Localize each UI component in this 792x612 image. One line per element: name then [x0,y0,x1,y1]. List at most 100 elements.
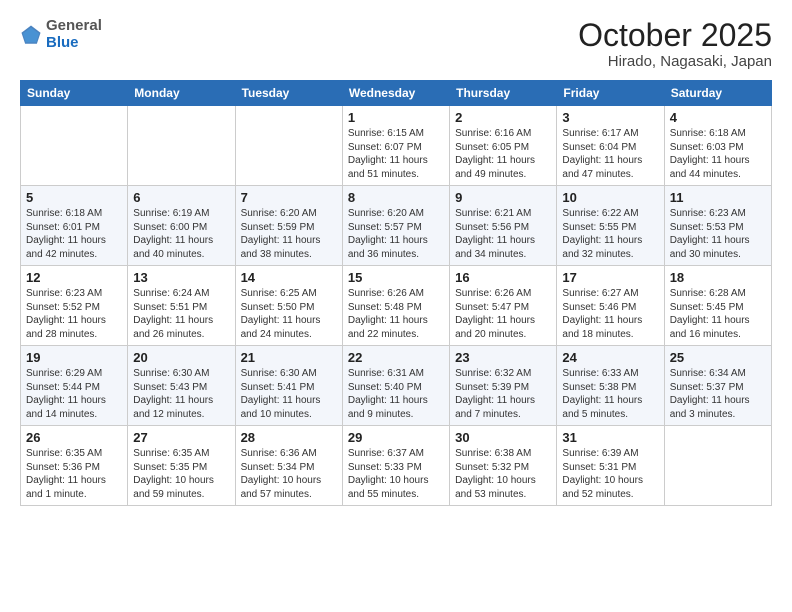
day-number: 14 [241,270,337,285]
table-row: 18 Sunrise: 6:28 AM Sunset: 5:45 PM Dayli… [664,266,771,346]
calendar-week-row: 1 Sunrise: 6:15 AM Sunset: 6:07 PM Daylig… [21,106,772,186]
day-info: Sunrise: 6:30 AM Sunset: 5:41 PM Dayligh… [241,367,337,421]
table-row: 6Sunrise: 6:19 AM Sunset: 6:00 PM Daylig… [128,186,235,266]
table-row: 26 Sunrise: 6:35 AM Sunset: 5:36 PM Dayli… [21,426,128,506]
day-number: 12 [26,270,122,285]
day-number: 27 [133,430,229,445]
logo: General Blue [20,18,102,51]
table-row: 12 Sunrise: 6:23 AM Sunset: 5:52 PM Dayli… [21,266,128,346]
day-info: Sunrise: 6:27 AM Sunset: 5:46 PM Dayligh… [562,287,658,341]
day-number: 18 [670,270,766,285]
table-row: 25 Sunrise: 6:34 AM Sunset: 5:37 PM Dayli… [664,346,771,426]
day-number: 4 [670,110,766,125]
table-row: 10Sunrise: 6:22 AM Sunset: 5:55 PM Dayli… [557,186,664,266]
calendar-header-row: Sunday Monday Tuesday Wednesday Thursday… [21,81,772,106]
day-info: Sunrise: 6:20 AM Sunset: 5:57 PM Dayligh… [348,207,444,261]
day-info: Sunrise: 6:21 AM Sunset: 5:56 PM Dayligh… [455,207,551,261]
day-info: Sunrise: 6:30 AM Sunset: 5:43 PM Dayligh… [133,367,229,421]
table-row: 2 Sunrise: 6:16 AM Sunset: 6:05 PM Daylig… [450,106,557,186]
title-block: October 2025 Hirado, Nagasaki, Japan [578,18,772,70]
day-number: 17 [562,270,658,285]
day-number: 25 [670,350,766,365]
calendar-week-row: 26 Sunrise: 6:35 AM Sunset: 5:36 PM Dayli… [21,426,772,506]
table-row: 22 Sunrise: 6:31 AM Sunset: 5:40 PM Dayli… [342,346,449,426]
table-row: 19Sunrise: 6:29 AM Sunset: 5:44 PM Dayli… [21,346,128,426]
day-info: Sunrise: 6:25 AM Sunset: 5:50 PM Dayligh… [241,287,337,341]
day-info: Sunrise: 6:18 AM Sunset: 6:01 PM Dayligh… [26,207,122,261]
day-info: Sunrise: 6:18 AM Sunset: 6:03 PM Dayligh… [670,127,766,181]
table-row: 30 Sunrise: 6:38 AM Sunset: 5:32 PM Dayli… [450,426,557,506]
day-number: 6 [133,190,229,205]
day-number: 2 [455,110,551,125]
day-info: Sunrise: 6:17 AM Sunset: 6:04 PM Dayligh… [562,127,658,181]
day-info: Sunrise: 6:26 AM Sunset: 5:48 PM Dayligh… [348,287,444,341]
day-number: 5 [26,190,122,205]
day-info: Sunrise: 6:24 AM Sunset: 5:51 PM Dayligh… [133,287,229,341]
day-number: 31 [562,430,658,445]
day-number: 3 [562,110,658,125]
table-row: 4 Sunrise: 6:18 AM Sunset: 6:03 PM Daylig… [664,106,771,186]
day-info: Sunrise: 6:37 AM Sunset: 5:33 PM Dayligh… [348,447,444,501]
table-row: 11Sunrise: 6:23 AM Sunset: 5:53 PM Dayli… [664,186,771,266]
logo-text: General Blue [46,18,102,51]
day-info: Sunrise: 6:39 AM Sunset: 5:31 PM Dayligh… [562,447,658,501]
calendar-week-row: 12 Sunrise: 6:23 AM Sunset: 5:52 PM Dayli… [21,266,772,346]
day-info: Sunrise: 6:29 AM Sunset: 5:44 PM Dayligh… [26,367,122,421]
day-info: Sunrise: 6:35 AM Sunset: 5:35 PM Dayligh… [133,447,229,501]
day-info: Sunrise: 6:20 AM Sunset: 5:59 PM Dayligh… [241,207,337,261]
table-row: 14 Sunrise: 6:25 AM Sunset: 5:50 PM Dayli… [235,266,342,346]
location-subtitle: Hirado, Nagasaki, Japan [578,53,772,70]
day-number: 22 [348,350,444,365]
table-row: 9 Sunrise: 6:21 AM Sunset: 5:56 PM Daylig… [450,186,557,266]
col-thursday: Thursday [450,81,557,106]
table-row: 1 Sunrise: 6:15 AM Sunset: 6:07 PM Daylig… [342,106,449,186]
table-row: 17 Sunrise: 6:27 AM Sunset: 5:46 PM Dayli… [557,266,664,346]
col-wednesday: Wednesday [342,81,449,106]
day-number: 16 [455,270,551,285]
day-number: 26 [26,430,122,445]
day-info: Sunrise: 6:33 AM Sunset: 5:38 PM Dayligh… [562,367,658,421]
table-row: 16Sunrise: 6:26 AM Sunset: 5:47 PM Dayli… [450,266,557,346]
day-info: Sunrise: 6:23 AM Sunset: 5:53 PM Dayligh… [670,207,766,261]
col-tuesday: Tuesday [235,81,342,106]
day-number: 7 [241,190,337,205]
month-title: October 2025 [578,18,772,53]
col-saturday: Saturday [664,81,771,106]
logo-general: General [46,17,102,34]
table-row: 7 Sunrise: 6:20 AM Sunset: 5:59 PM Daylig… [235,186,342,266]
day-number: 13 [133,270,229,285]
day-number: 24 [562,350,658,365]
day-info: Sunrise: 6:15 AM Sunset: 6:07 PM Dayligh… [348,127,444,181]
table-row: 21Sunrise: 6:30 AM Sunset: 5:41 PM Dayli… [235,346,342,426]
col-sunday: Sunday [21,81,128,106]
calendar-week-row: 19Sunrise: 6:29 AM Sunset: 5:44 PM Dayli… [21,346,772,426]
day-info: Sunrise: 6:32 AM Sunset: 5:39 PM Dayligh… [455,367,551,421]
table-row: 28Sunrise: 6:36 AM Sunset: 5:34 PM Dayli… [235,426,342,506]
col-monday: Monday [128,81,235,106]
day-info: Sunrise: 6:22 AM Sunset: 5:55 PM Dayligh… [562,207,658,261]
day-number: 1 [348,110,444,125]
table-row [128,106,235,186]
day-info: Sunrise: 6:16 AM Sunset: 6:05 PM Dayligh… [455,127,551,181]
day-info: Sunrise: 6:28 AM Sunset: 5:45 PM Dayligh… [670,287,766,341]
table-row: 29Sunrise: 6:37 AM Sunset: 5:33 PM Dayli… [342,426,449,506]
day-info: Sunrise: 6:38 AM Sunset: 5:32 PM Dayligh… [455,447,551,501]
day-info: Sunrise: 6:34 AM Sunset: 5:37 PM Dayligh… [670,367,766,421]
table-row: 3 Sunrise: 6:17 AM Sunset: 6:04 PM Daylig… [557,106,664,186]
col-friday: Friday [557,81,664,106]
day-number: 30 [455,430,551,445]
table-row [664,426,771,506]
day-number: 9 [455,190,551,205]
day-number: 20 [133,350,229,365]
day-info: Sunrise: 6:35 AM Sunset: 5:36 PM Dayligh… [26,447,122,501]
page: General Blue October 2025 Hirado, Nagasa… [0,0,792,612]
logo-icon [20,24,42,46]
day-number: 8 [348,190,444,205]
day-info: Sunrise: 6:23 AM Sunset: 5:52 PM Dayligh… [26,287,122,341]
day-info: Sunrise: 6:31 AM Sunset: 5:40 PM Dayligh… [348,367,444,421]
logo-blue: Blue [46,34,79,51]
table-row: 24 Sunrise: 6:33 AM Sunset: 5:38 PM Dayli… [557,346,664,426]
table-row: 15Sunrise: 6:26 AM Sunset: 5:48 PM Dayli… [342,266,449,346]
table-row: 20 Sunrise: 6:30 AM Sunset: 5:43 PM Dayli… [128,346,235,426]
table-row: 8 Sunrise: 6:20 AM Sunset: 5:57 PM Daylig… [342,186,449,266]
